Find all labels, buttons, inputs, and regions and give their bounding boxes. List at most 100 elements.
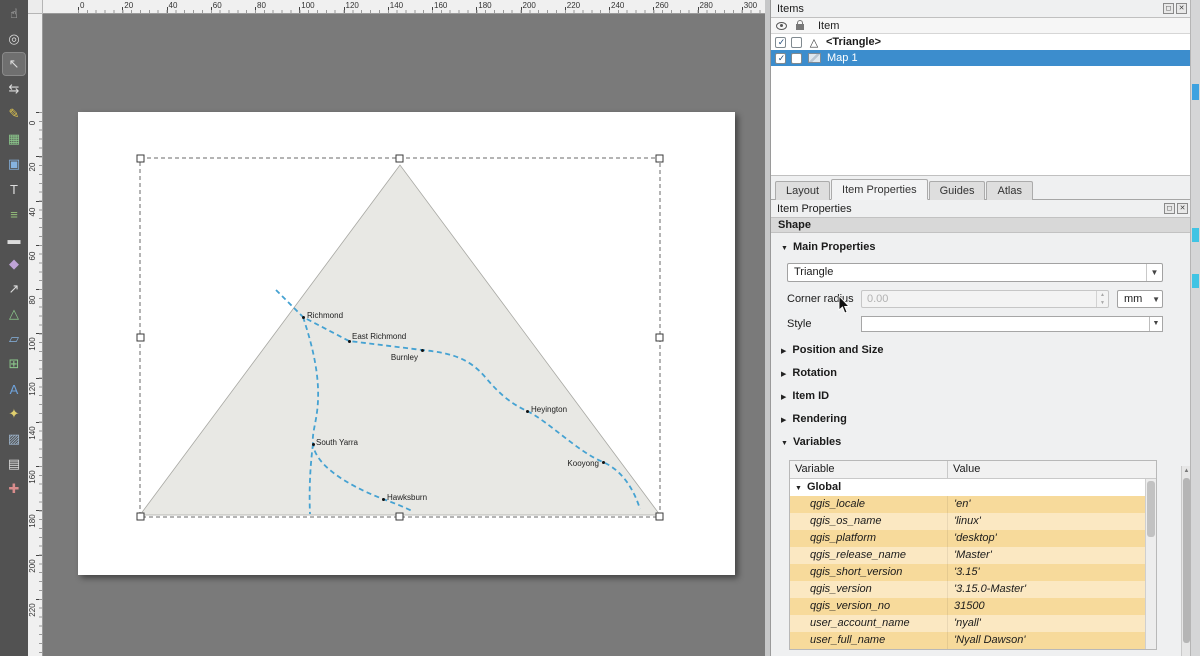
spin-buttons[interactable]: ▲▼ bbox=[1096, 291, 1108, 307]
props-close-button[interactable]: ✕ bbox=[1177, 203, 1188, 214]
spin-up-icon[interactable]: ▲ bbox=[1097, 291, 1108, 299]
item-column-label: Item bbox=[818, 20, 839, 32]
ruler-corner bbox=[28, 0, 43, 14]
style-button[interactable]: ▼ bbox=[861, 316, 1163, 332]
section-label: Item ID bbox=[792, 390, 829, 402]
tab-layout[interactable]: Layout bbox=[775, 181, 830, 200]
station-label: Heyington bbox=[531, 405, 567, 414]
chevron-right-icon: ▶ bbox=[781, 371, 786, 378]
edge-artifact bbox=[1192, 84, 1199, 100]
add-elevation-profile-tool[interactable]: ▨ bbox=[3, 428, 25, 450]
chevron-down-icon: ▼ bbox=[781, 245, 788, 252]
add-scalebar-tool[interactable]: ▬ bbox=[3, 228, 25, 250]
add-arrow-tool[interactable]: ↗ bbox=[3, 278, 25, 300]
shape-subtitle: Shape bbox=[771, 217, 1191, 233]
unit-combobox[interactable]: mm ▼ bbox=[1117, 290, 1163, 308]
items-close-button[interactable]: ✕ bbox=[1176, 3, 1187, 14]
layout-canvas[interactable]: RichmondEast RichmondBurnleyHeyingtonSou… bbox=[43, 14, 765, 656]
variables-scroll-thumb[interactable] bbox=[1147, 481, 1155, 537]
edit-nodes-tool[interactable]: ✎ bbox=[3, 103, 25, 125]
lock-checkbox[interactable] bbox=[791, 37, 802, 48]
h-ruler-tick bbox=[255, 7, 256, 13]
h-ruler-number: 20 bbox=[124, 1, 133, 10]
measure-tool[interactable]: ✚ bbox=[3, 478, 25, 500]
section-item-id[interactable]: ▶Item ID bbox=[781, 390, 1191, 406]
variable-row[interactable]: qgis_os_name'linux' bbox=[790, 513, 1156, 530]
add-fixed-table-tool[interactable]: ▤ bbox=[3, 453, 25, 475]
add-legend-tool[interactable]: ≡ bbox=[3, 203, 25, 225]
variables-group-row[interactable]: ▼Global bbox=[790, 479, 1156, 496]
zoom-tool[interactable]: ◎ bbox=[3, 28, 25, 50]
visibility-checkbox[interactable] bbox=[775, 37, 786, 48]
items-list[interactable]: Item △<Triangle>Map 1 bbox=[771, 17, 1191, 176]
shape-type-combobox[interactable]: Triangle ▼ bbox=[787, 263, 1163, 282]
spin-down-icon[interactable]: ▼ bbox=[1097, 299, 1108, 307]
station-dot bbox=[312, 443, 315, 446]
props-float-button[interactable]: ◻ bbox=[1164, 203, 1175, 214]
v-ruler-tick bbox=[36, 333, 42, 334]
pan-tool[interactable]: ☝ bbox=[3, 3, 25, 25]
v-ruler-tick bbox=[36, 466, 42, 467]
variable-row[interactable]: qgis_short_version'3.15' bbox=[790, 564, 1156, 581]
tab-atlas[interactable]: Atlas bbox=[986, 181, 1032, 200]
variables-rows: qgis_locale'en'qgis_os_name'linux'qgis_p… bbox=[790, 496, 1156, 649]
add-attribute-table-tool[interactable]: ⊞ bbox=[3, 353, 25, 375]
variable-row[interactable]: qgis_locale'en' bbox=[790, 496, 1156, 513]
variable-value: 'Master' bbox=[948, 547, 1156, 564]
h-ruler-tick bbox=[476, 7, 477, 13]
add-html-frame-tool[interactable]: ▱ bbox=[3, 328, 25, 350]
tab-item-properties[interactable]: Item Properties bbox=[831, 179, 928, 200]
items-panel-header: Items ◻ ✕ bbox=[771, 0, 1190, 17]
add-image-tool[interactable]: ▣ bbox=[3, 153, 25, 175]
chevron-down-icon: ▼ bbox=[1149, 317, 1162, 331]
add-label-tool[interactable]: T bbox=[3, 178, 25, 200]
section-position-and-size[interactable]: ▶Position and Size bbox=[781, 344, 1191, 360]
station-dot bbox=[421, 349, 424, 352]
variable-name: qgis_locale bbox=[790, 496, 948, 513]
select-move-item-tool[interactable]: ↖ bbox=[3, 53, 25, 75]
item-row[interactable]: △<Triangle> bbox=[771, 34, 1191, 50]
corner-radius-spinbox[interactable]: 0.00 ▲▼ bbox=[861, 290, 1109, 308]
h-ruler-tick bbox=[122, 7, 123, 13]
add-marker-tool[interactable]: ✦ bbox=[3, 403, 25, 425]
section-rotation[interactable]: ▶Rotation bbox=[781, 367, 1191, 383]
add-node-item-tool[interactable]: △ bbox=[3, 303, 25, 325]
variable-row[interactable]: qgis_release_name'Master' bbox=[790, 547, 1156, 564]
properties-scroll-thumb[interactable] bbox=[1183, 478, 1190, 643]
section-rendering[interactable]: ▶Rendering bbox=[781, 413, 1191, 429]
station-label: South Yarra bbox=[316, 438, 358, 447]
visibility-checkbox[interactable] bbox=[775, 53, 786, 64]
add-shape-tool[interactable]: ◆ bbox=[3, 253, 25, 275]
variable-row[interactable]: qgis_platform'desktop' bbox=[790, 530, 1156, 547]
station-dot bbox=[382, 498, 385, 501]
variable-row[interactable]: qgis_version_no31500 bbox=[790, 598, 1156, 615]
tab-guides[interactable]: Guides bbox=[929, 181, 986, 200]
station-dot bbox=[526, 410, 529, 413]
variable-value: 'en' bbox=[948, 496, 1156, 513]
variable-row[interactable]: qgis_version'3.15.0-Master' bbox=[790, 581, 1156, 598]
variable-row[interactable]: user_account_name'nyall' bbox=[790, 615, 1156, 632]
h-ruler-tick bbox=[388, 7, 389, 13]
variable-value: 31500 bbox=[948, 598, 1156, 615]
style-label: Style bbox=[787, 318, 861, 330]
variables-section-header[interactable]: ▼Variables bbox=[781, 436, 1191, 452]
move-item-content-tool[interactable]: ⇆ bbox=[3, 78, 25, 100]
layout-page[interactable]: RichmondEast RichmondBurnleyHeyingtonSou… bbox=[78, 112, 735, 575]
station-label: East Richmond bbox=[352, 332, 406, 341]
lock-checkbox[interactable] bbox=[791, 53, 802, 64]
add-map-tool[interactable]: ▦ bbox=[3, 128, 25, 150]
variables-table-scrollbar[interactable] bbox=[1145, 479, 1156, 649]
variable-name: user_account_name bbox=[790, 615, 948, 632]
v-ruler-number: 180 bbox=[28, 514, 42, 528]
edge-artifact bbox=[1192, 228, 1199, 242]
main-properties-section-header[interactable]: ▼Main Properties bbox=[781, 241, 1191, 257]
station-dot bbox=[602, 461, 605, 464]
item-row[interactable]: Map 1 bbox=[771, 50, 1191, 66]
chevron-right-icon: ▶ bbox=[781, 417, 786, 424]
v-ruler-tick bbox=[36, 378, 42, 379]
variable-row[interactable]: user_full_name'Nyall Dawson' bbox=[790, 632, 1156, 649]
items-float-button[interactable]: ◻ bbox=[1163, 3, 1174, 14]
add-font-item-tool[interactable]: A bbox=[3, 378, 25, 400]
corner-radius-label: Corner radius bbox=[787, 293, 861, 305]
corner-radius-row: Corner radius 0.00 ▲▼ mm ▼ bbox=[787, 290, 1163, 308]
